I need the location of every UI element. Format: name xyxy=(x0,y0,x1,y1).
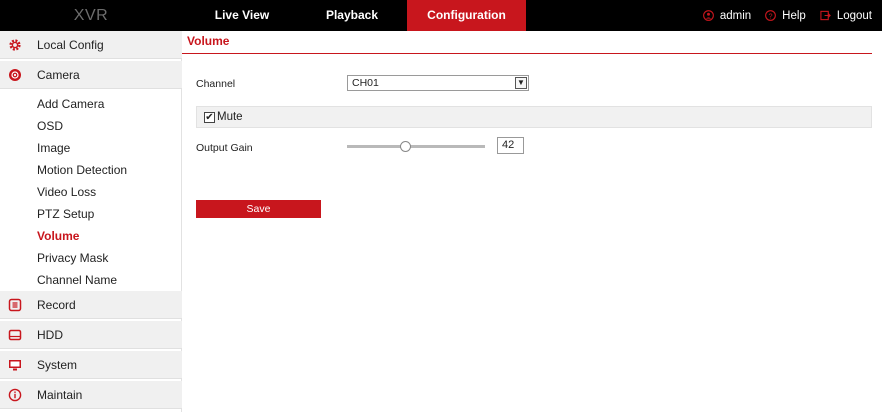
output-gain-slider[interactable] xyxy=(347,141,485,152)
sidebar-item-camera[interactable]: Camera xyxy=(0,61,182,89)
monitor-icon xyxy=(9,359,21,370)
sidebar-subitem-video-loss[interactable]: Video Loss xyxy=(37,181,96,203)
channel-value: CH01 xyxy=(352,77,379,89)
info-icon xyxy=(8,388,22,401)
sidebar-item-label: Camera xyxy=(37,67,80,82)
sidebar-item-label: Maintain xyxy=(37,387,83,402)
title-divider xyxy=(182,53,872,54)
help-label: Help xyxy=(782,9,806,22)
logout-button[interactable]: Logout xyxy=(820,10,872,22)
sidebar: Local Config Camera Add Camera OSD Image… xyxy=(0,31,182,412)
sidebar-subitem-ptz-setup[interactable]: PTZ Setup xyxy=(37,203,94,225)
help-link[interactable]: ? Help xyxy=(765,10,806,22)
logout-label: Logout xyxy=(836,9,872,22)
sidebar-item-local-config[interactable]: Local Config xyxy=(0,31,182,59)
sidebar-item-record[interactable]: Record xyxy=(0,291,182,319)
slider-handle[interactable] xyxy=(399,141,411,152)
sidebar-item-system[interactable]: System xyxy=(0,351,182,379)
mute-checkbox[interactable]: ✔ xyxy=(204,111,215,123)
sidebar-item-hdd[interactable]: HDD xyxy=(0,321,182,349)
output-gain-input[interactable]: 42 xyxy=(497,137,524,154)
chevron-down-icon: ▼ xyxy=(515,77,527,89)
sidebar-item-label: Local Config xyxy=(37,37,104,52)
sidebar-item-label: Record xyxy=(37,297,76,312)
save-button[interactable]: Save xyxy=(196,200,321,218)
record-icon xyxy=(8,298,22,311)
slider-track xyxy=(347,145,485,148)
page-title: Volume xyxy=(187,34,230,48)
mute-label: Mute xyxy=(217,111,243,123)
gear-icon xyxy=(9,38,21,51)
svg-text:?: ? xyxy=(769,11,773,20)
tab-live-view[interactable]: Live View xyxy=(187,0,297,31)
sidebar-subitem-osd[interactable]: OSD xyxy=(37,115,63,137)
sidebar-item-maintain[interactable]: Maintain xyxy=(0,381,182,409)
user-account[interactable]: admin xyxy=(702,9,752,22)
sidebar-subitem-privacy-mask[interactable]: Privacy Mask xyxy=(37,247,108,269)
hdd-icon xyxy=(8,329,22,340)
mute-row: ✔ Mute xyxy=(196,106,872,128)
logout-icon xyxy=(820,10,831,21)
channel-label: Channel xyxy=(196,78,236,90)
sidebar-subitem-volume[interactable]: Volume xyxy=(37,225,79,247)
channel-select[interactable]: CH01 ▼ xyxy=(347,75,529,91)
sidebar-subitem-image[interactable]: Image xyxy=(37,137,70,159)
tab-configuration[interactable]: Configuration xyxy=(407,0,526,31)
user-menu: admin ? Help Logout xyxy=(702,0,872,31)
output-gain-label: Output Gain xyxy=(196,142,253,154)
username: admin xyxy=(719,9,752,22)
help-icon: ? xyxy=(765,10,777,21)
app-logo: XVR xyxy=(73,7,109,24)
user-icon xyxy=(702,10,714,21)
sidebar-item-label: System xyxy=(37,357,78,372)
top-navigation-bar: XVR Live View Playback Configuration adm… xyxy=(0,0,882,31)
sidebar-subitem-channel-name[interactable]: Channel Name xyxy=(37,269,117,291)
sidebar-subitem-add-camera[interactable]: Add Camera xyxy=(37,93,104,115)
sidebar-subitem-motion-detection[interactable]: Motion Detection xyxy=(37,159,127,181)
camera-icon xyxy=(9,68,21,81)
sidebar-item-label: HDD xyxy=(37,327,63,342)
tab-playback[interactable]: Playback xyxy=(297,0,407,31)
